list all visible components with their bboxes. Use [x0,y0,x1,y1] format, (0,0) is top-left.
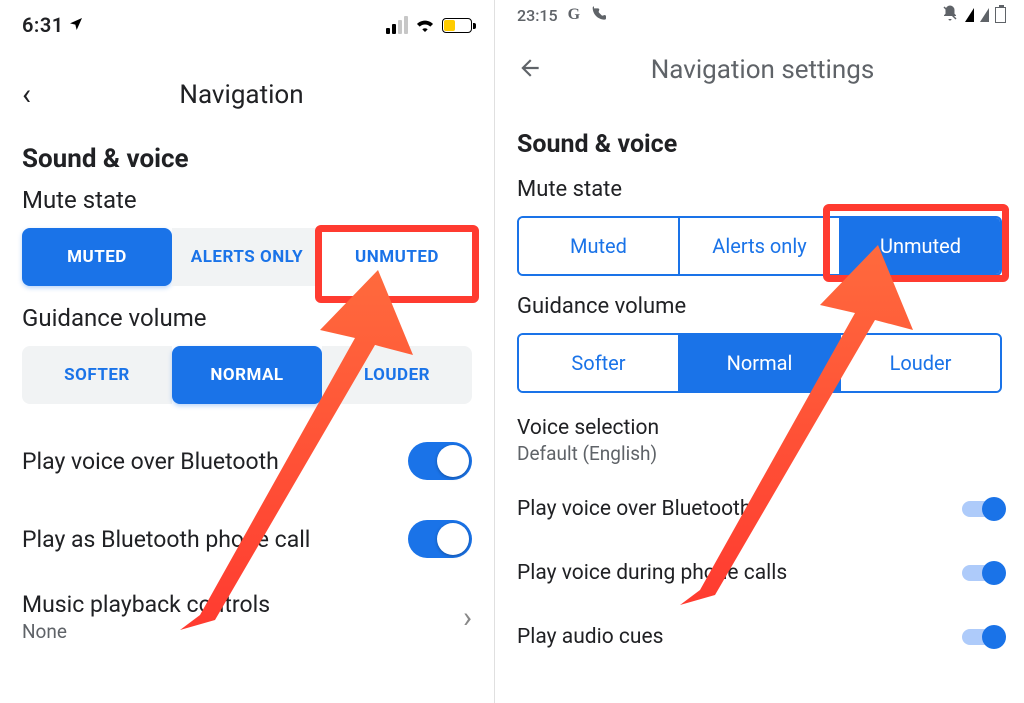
guidance-volume-label: Guidance volume [517,294,1002,319]
mute-state-segmented: Muted Alerts only Unmuted [517,216,1002,276]
row-label: Play as Bluetooth phone call [22,526,310,553]
android-header: Navigation settings [495,30,1024,110]
mute-option-unmuted[interactable]: UNMUTED [322,228,472,286]
android-status-bar: 23:15 G [495,0,1024,30]
section-title-sound-voice: Sound & voice [22,144,472,174]
mute-state-segmented: MUTED ALERTS ONLY UNMUTED [22,228,472,286]
android-screenshot: 23:15 G Navigation settings Sound & voic… [495,0,1024,703]
ios-header: ‹ Navigation [0,60,494,130]
row-label: Voice selection [517,416,659,440]
switch-bt-phone-call[interactable] [408,520,472,558]
row-label: Play voice over Bluetooth [22,448,279,475]
row-voice-selection[interactable]: Voice selection Default (English) [517,403,1002,477]
page-title: Navigation [11,80,472,110]
volume-option-louder[interactable]: Louder [839,335,1000,391]
google-icon: G [568,6,580,24]
row-sublabel: None [22,620,270,643]
volume-option-normal[interactable]: Normal [678,335,839,391]
mute-option-unmuted[interactable]: Unmuted [839,218,1000,274]
guidance-volume-label: Guidance volume [22,304,472,332]
chevron-right-icon: › [463,600,472,635]
mute-option-alerts-only[interactable]: Alerts only [678,218,839,274]
row-play-during-calls[interactable]: Play voice during phone calls [517,541,1002,605]
status-time: 6:31 [22,13,64,37]
signal-icon-2 [980,8,989,22]
location-icon [68,13,84,37]
section-title-sound-voice: Sound & voice [517,130,1002,159]
row-label: Music playback controls [22,591,270,618]
switch-bluetooth-voice[interactable] [962,501,1002,517]
volume-option-normal[interactable]: NORMAL [172,346,322,404]
mute-state-label: Mute state [517,177,1002,202]
guidance-volume-segmented: Softer Normal Louder [517,333,1002,393]
signal-icon [965,8,974,22]
switch-bluetooth-voice[interactable] [408,442,472,480]
mute-option-alerts-only[interactable]: ALERTS ONLY [172,228,322,286]
cellular-icon [386,16,408,34]
mute-option-muted[interactable]: MUTED [22,228,172,286]
guidance-volume-segmented: SOFTER NORMAL LOUDER [22,346,472,404]
switch-audio-cues[interactable] [962,629,1002,645]
switch-during-calls[interactable] [962,565,1002,581]
wifi-icon [414,13,436,37]
mute-icon [941,4,959,26]
row-play-voice-bluetooth[interactable]: Play voice over Bluetooth [517,477,1002,541]
volume-option-louder[interactable]: LOUDER [322,346,472,404]
status-time: 23:15 [517,6,558,25]
row-sublabel: Default (English) [517,442,659,465]
phone-icon [590,5,606,25]
battery-icon [995,7,1006,23]
volume-option-softer[interactable]: Softer [519,335,678,391]
mute-option-muted[interactable]: Muted [519,218,678,274]
mute-state-label: Mute state [22,186,472,214]
ios-status-bar: 6:31 [0,0,494,50]
row-music-playback[interactable]: Music playback controls None › [22,578,472,656]
ios-screenshot: 6:31 ‹ Navigation Sound & voice Mute sta… [0,0,495,703]
row-label: Play voice during phone calls [517,561,787,585]
volume-option-softer[interactable]: SOFTER [22,346,172,404]
row-play-as-bt-call[interactable]: Play as Bluetooth phone call [22,500,472,578]
page-title: Navigation settings [523,55,1002,85]
row-label: Play voice over Bluetooth [517,497,752,521]
row-play-voice-bluetooth[interactable]: Play voice over Bluetooth [22,422,472,500]
row-label: Play audio cues [517,625,663,649]
battery-icon [442,18,472,33]
row-play-audio-cues[interactable]: Play audio cues [517,605,1002,669]
